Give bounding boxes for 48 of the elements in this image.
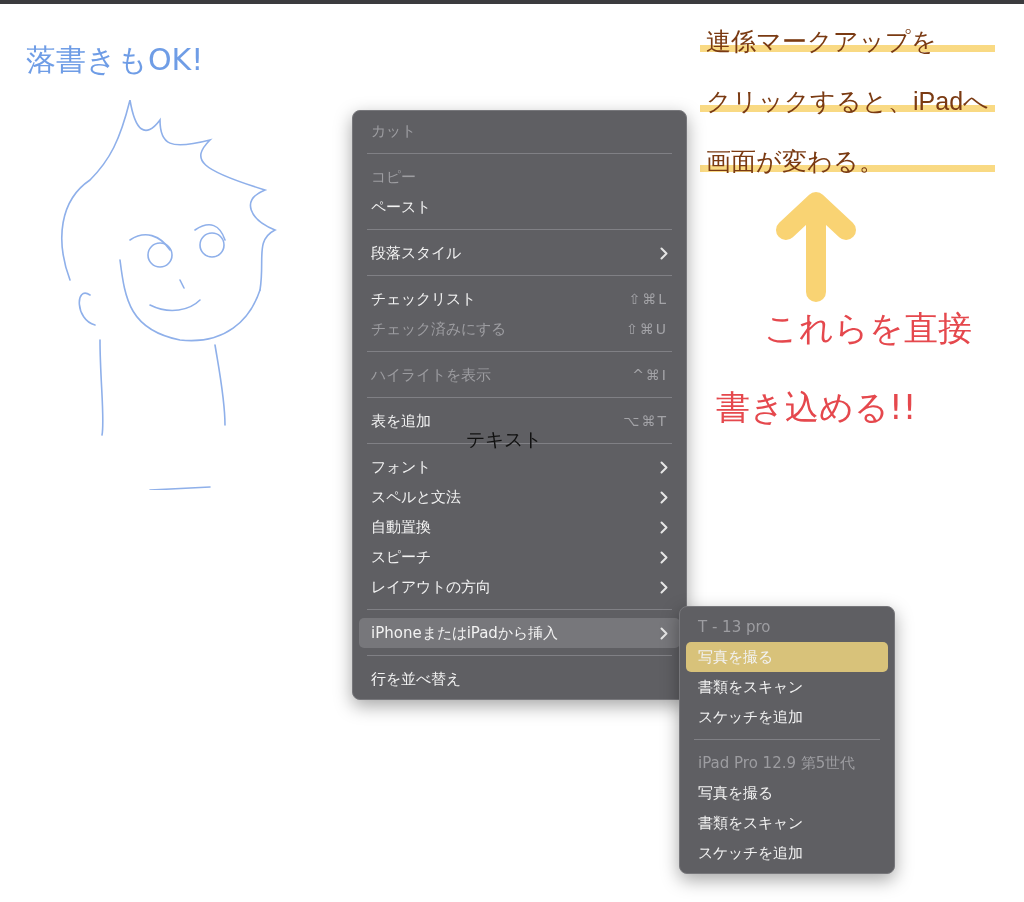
menu-item-label: ペースト (371, 197, 432, 217)
shortcut-label: ^⌘I (632, 367, 668, 383)
menu-item[interactable]: 段落スタイル (359, 238, 680, 268)
menu-item-label: iPhoneまたはiPadから挿入 (371, 623, 559, 643)
highlighted-handwritten-note: 連係マークアップを (700, 26, 996, 56)
menu-item-label: レイアウトの方向 (371, 577, 492, 597)
menu-item-label: ハイライトを表示 (371, 365, 492, 385)
menu-item-label: 書類をスキャン (698, 813, 804, 833)
shortcut-label: ⇧⌘L (628, 291, 668, 307)
menu-item-label: スケッチを追加 (698, 707, 804, 727)
menu-item-label: 写真を撮る (698, 783, 774, 803)
menu-item-label: コピー (371, 167, 417, 187)
menu-item[interactable]: フォント (359, 452, 680, 482)
menu-item-label: 写真を撮る (698, 647, 774, 667)
menu-item-label: フォント (371, 457, 432, 477)
menu-item-label: スペルと文法 (371, 487, 462, 507)
menu-item[interactable]: ペースト (359, 192, 680, 222)
menu-item-label: 自動置換 (371, 517, 432, 537)
menu-item[interactable]: スピーチ (359, 542, 680, 572)
menu-item[interactable]: 書類をスキャン (686, 808, 888, 838)
menu-item[interactable]: 書類をスキャン (686, 672, 888, 702)
menu-item[interactable]: 行を並べ替え (359, 664, 680, 694)
menu-item[interactable]: チェックリスト ⇧⌘L (359, 284, 680, 314)
shortcut-label: ⇧⌘U (626, 321, 668, 337)
menu-item-label: 表を追加 (371, 411, 432, 431)
menu-item[interactable]: スペルと文法 (359, 482, 680, 512)
menu-item[interactable]: スケッチを追加 (686, 702, 888, 732)
menu-item-label: スピーチ (371, 547, 432, 567)
menu-item-label: 書類をスキャン (698, 677, 804, 697)
handwritten-note: 落書きもOK! (26, 42, 204, 78)
menu-section-header: iPad Pro 12.9 第5世代 (697, 752, 857, 774)
handwritten-note: これらを直接 (764, 308, 972, 349)
menu-item[interactable]: iPhoneまたはiPadから挿入 (359, 618, 680, 648)
menu-item[interactable]: レイアウトの方向 (359, 572, 680, 602)
menu-item[interactable]: スケッチを追加 (686, 838, 888, 868)
menu-item-label: チェックリスト (371, 289, 477, 309)
menu-item-label: チェック済みにする (371, 319, 507, 339)
menu-section-header: T - 13 pro (697, 617, 772, 638)
shortcut-label: ⌥⌘T (623, 413, 668, 429)
highlighted-handwritten-note: 画面が変わる。 (700, 146, 996, 176)
handwritten-note: 書き込める!! (716, 386, 918, 428)
menu-item[interactable]: 写真を撮る (686, 778, 888, 808)
menu-item-label: カット (371, 121, 417, 141)
canvas-text: テキスト (466, 427, 542, 452)
menu-item-label: スケッチを追加 (698, 843, 804, 863)
menu-item-label: 段落スタイル (371, 243, 462, 263)
menu-item[interactable]: 自動置換 (359, 512, 680, 542)
menu-item-label: 行を並べ替え (371, 669, 462, 689)
